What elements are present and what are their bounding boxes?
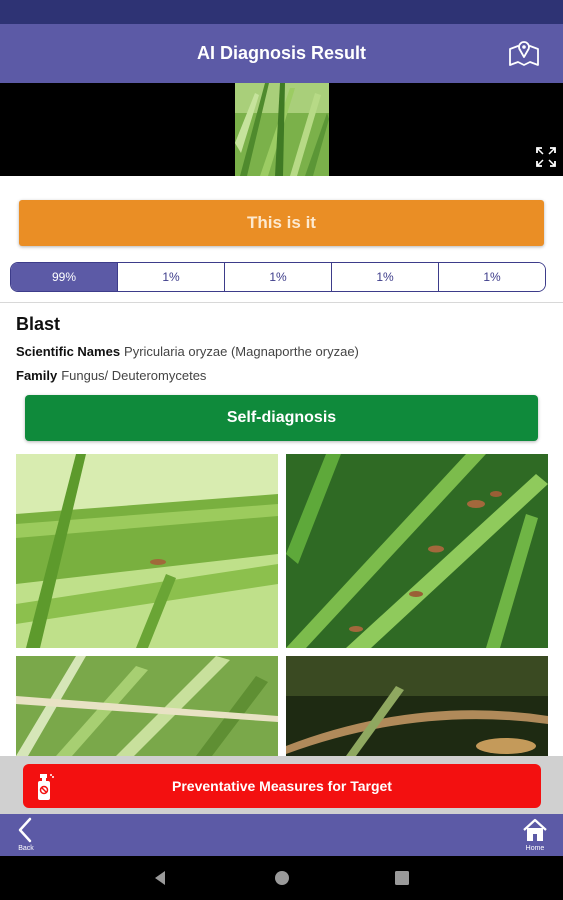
reference-image-3[interactable] bbox=[16, 656, 278, 756]
status-bar bbox=[0, 0, 563, 24]
tab-candidate-1[interactable]: 99% bbox=[11, 263, 117, 291]
self-diagnosis-button[interactable]: Self-diagnosis bbox=[25, 395, 538, 441]
system-recents-icon[interactable] bbox=[392, 868, 412, 888]
preventive-bar: Preventative Measures for Target bbox=[0, 756, 563, 814]
preventive-measures-label: Preventative Measures for Target bbox=[172, 778, 392, 794]
scientific-name-value: Pyricularia oryzae (Magnaporthe oryzae) bbox=[124, 344, 359, 359]
diagnosed-photo[interactable] bbox=[235, 83, 329, 176]
reference-image-4[interactable] bbox=[286, 656, 548, 756]
back-label: Back bbox=[18, 845, 34, 852]
page-title: AI Diagnosis Result bbox=[196, 43, 367, 63]
reference-image-2[interactable] bbox=[286, 454, 548, 648]
diagnosis-photo-strip bbox=[0, 83, 563, 176]
family-row: Family Fungus/ Deuteromycetes bbox=[16, 368, 206, 383]
system-nav-bar bbox=[0, 856, 563, 900]
spray-bottle-icon bbox=[35, 773, 55, 801]
disease-name: Blast bbox=[16, 314, 61, 334]
home-button[interactable]: Home bbox=[515, 816, 555, 854]
system-back-icon[interactable] bbox=[151, 868, 171, 888]
home-icon bbox=[523, 818, 547, 841]
app-bar: AI Diagnosis Result bbox=[0, 24, 563, 83]
bottom-nav: Back Home bbox=[0, 814, 563, 856]
scientific-name-label: Scientific Names bbox=[16, 344, 121, 359]
candidate-tabs: 99% 1% 1% 1% 1% bbox=[10, 262, 546, 292]
divider bbox=[0, 302, 563, 303]
tab-candidate-5[interactable]: 1% bbox=[438, 263, 545, 291]
family-label: Family bbox=[16, 368, 58, 383]
tab-candidate-4[interactable]: 1% bbox=[331, 263, 438, 291]
system-home-icon[interactable] bbox=[272, 868, 292, 888]
map-pin-icon[interactable] bbox=[507, 38, 541, 68]
expand-icon[interactable] bbox=[535, 146, 557, 168]
reference-image-1[interactable] bbox=[16, 454, 278, 648]
back-arrow-icon bbox=[18, 817, 32, 843]
tab-candidate-3[interactable]: 1% bbox=[224, 263, 331, 291]
preventive-measures-button[interactable]: Preventative Measures for Target bbox=[23, 764, 541, 808]
tab-candidate-2[interactable]: 1% bbox=[117, 263, 224, 291]
home-label: Home bbox=[525, 845, 545, 852]
scientific-name-row: Scientific Names Pyricularia oryzae (Magn… bbox=[16, 344, 359, 359]
this-is-it-button[interactable]: This is it bbox=[19, 200, 544, 246]
back-button[interactable]: Back bbox=[6, 816, 46, 854]
family-value: Fungus/ Deuteromycetes bbox=[61, 368, 207, 383]
